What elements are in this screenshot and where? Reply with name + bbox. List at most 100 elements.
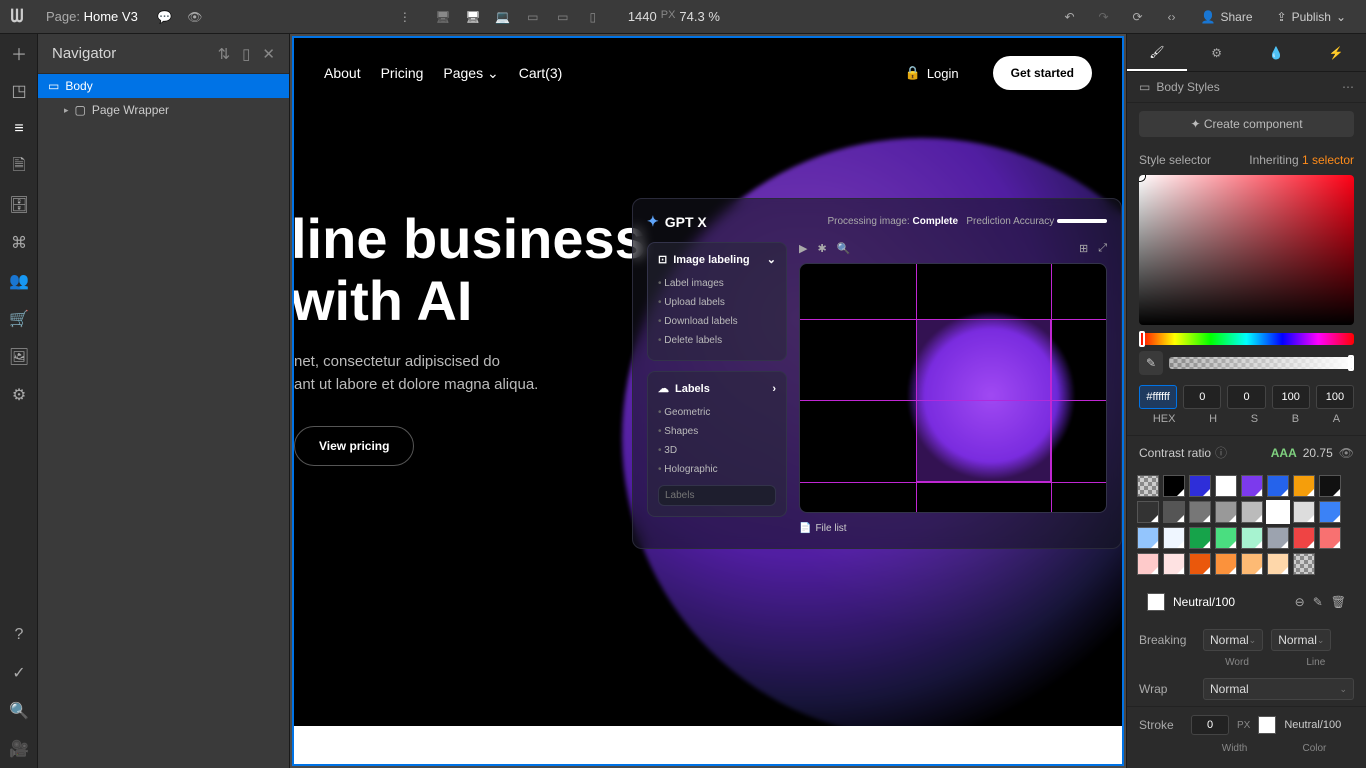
- swatch[interactable]: [1215, 475, 1237, 497]
- list-item[interactable]: Delete labels: [658, 331, 776, 350]
- swatch[interactable]: [1293, 501, 1315, 523]
- list-item[interactable]: Geometric: [658, 403, 776, 422]
- video-icon[interactable]: 🎥: [0, 730, 38, 768]
- pointer-icon[interactable]: ✱: [817, 242, 826, 255]
- create-component-button[interactable]: ✦ Create component: [1139, 111, 1354, 137]
- grid-icon[interactable]: ⊞: [1079, 242, 1088, 255]
- swatch[interactable]: [1189, 553, 1211, 575]
- nav-about[interactable]: About: [324, 65, 361, 81]
- add-element-icon[interactable]: ＋: [0, 34, 38, 72]
- zoom-icon[interactable]: 🔍: [837, 242, 851, 255]
- list-item[interactable]: Shapes: [658, 422, 776, 441]
- style-tab-icon[interactable]: 🖌: [1127, 34, 1187, 71]
- expand-icon[interactable]: ⇅: [218, 45, 231, 63]
- swatch[interactable]: [1189, 501, 1211, 523]
- swatch[interactable]: [1163, 501, 1185, 523]
- hue-handle[interactable]: [1139, 331, 1145, 347]
- edit-icon[interactable]: ✎: [1313, 595, 1323, 609]
- publish-button[interactable]: ⇪ Publish ⌄: [1267, 4, 1356, 30]
- hue-input[interactable]: [1183, 385, 1221, 409]
- swatch[interactable]: [1319, 501, 1341, 523]
- labels-search[interactable]: [658, 485, 776, 506]
- swatch[interactable]: [1163, 527, 1185, 549]
- swatch[interactable]: [1293, 527, 1315, 549]
- bp-tablet-icon[interactable]: ▭: [520, 7, 546, 27]
- design-canvas[interactable]: About Pricing Pages ⌄ Cart(3) 🔒 Login Ge…: [290, 34, 1126, 768]
- pages-icon[interactable]: 🗎: [0, 148, 38, 186]
- eye-icon[interactable]: 👁: [1339, 446, 1354, 460]
- swatch[interactable]: [1215, 501, 1237, 523]
- hex-input[interactable]: [1139, 385, 1177, 409]
- redo-icon[interactable]: ↷: [1089, 0, 1119, 34]
- page-selector[interactable]: Page: Home V3: [34, 9, 150, 24]
- trash-icon[interactable]: 🗑: [1331, 595, 1346, 609]
- saturation-field[interactable]: [1139, 175, 1354, 325]
- swatch[interactable]: [1163, 475, 1185, 497]
- sat-input[interactable]: [1227, 385, 1265, 409]
- expand-icon[interactable]: ⤢: [1098, 242, 1107, 255]
- comments-icon[interactable]: 💬: [150, 0, 180, 34]
- swatch[interactable]: [1241, 501, 1263, 523]
- tree-item-body[interactable]: ▭ Body: [38, 74, 289, 98]
- hue-slider[interactable]: [1139, 333, 1354, 345]
- swatch[interactable]: [1163, 553, 1185, 575]
- file-list[interactable]: 📄 File list: [799, 523, 1107, 534]
- audit-icon[interactable]: ✓: [0, 654, 38, 692]
- swatch[interactable]: [1267, 501, 1289, 523]
- bp-laptop-icon[interactable]: 💻: [490, 7, 516, 27]
- stroke-color-chip[interactable]: [1258, 716, 1276, 734]
- swatch[interactable]: [1241, 527, 1263, 549]
- list-item[interactable]: Download labels: [658, 312, 776, 331]
- play-icon[interactable]: ▶: [799, 242, 807, 255]
- alpha-input[interactable]: [1316, 385, 1354, 409]
- share-button[interactable]: 👤 Share: [1191, 4, 1263, 30]
- swatch[interactable]: [1137, 475, 1159, 497]
- list-item[interactable]: 3D: [658, 441, 776, 460]
- swatch[interactable]: [1215, 553, 1237, 575]
- more-icon[interactable]: ⋯: [1342, 80, 1354, 94]
- style-selector-row[interactable]: Style selector Inheriting 1 selector: [1127, 145, 1366, 175]
- refresh-icon[interactable]: ⟳: [1123, 0, 1153, 34]
- swatch[interactable]: [1189, 475, 1211, 497]
- swatch[interactable]: [1137, 553, 1159, 575]
- swatch[interactable]: [1215, 527, 1237, 549]
- effects-tab-icon[interactable]: ⚡: [1306, 34, 1366, 71]
- saturation-handle[interactable]: [1139, 175, 1145, 181]
- bp-xl-icon[interactable]: 🖥: [430, 7, 456, 27]
- webflow-logo[interactable]: ᗯ: [0, 0, 34, 34]
- bright-input[interactable]: [1272, 385, 1310, 409]
- swatch[interactable]: [1137, 527, 1159, 549]
- list-item[interactable]: Label images: [658, 274, 776, 293]
- settings-icon[interactable]: ⚙: [0, 376, 38, 414]
- swatch[interactable]: [1319, 527, 1341, 549]
- nav-pricing[interactable]: Pricing: [381, 65, 424, 81]
- line-break-select[interactable]: Normal⌄: [1271, 629, 1331, 651]
- settings-tab-icon[interactable]: ⚙: [1187, 34, 1247, 71]
- interactions-tab-icon[interactable]: 💧: [1247, 34, 1307, 71]
- canvas-body-selected[interactable]: About Pricing Pages ⌄ Cart(3) 🔒 Login Ge…: [292, 36, 1124, 766]
- help-icon[interactable]: ?: [0, 616, 38, 654]
- alpha-handle[interactable]: [1348, 355, 1354, 371]
- assets-icon[interactable]: 🖼: [0, 338, 38, 376]
- more-icon[interactable]: ⋮: [390, 0, 420, 34]
- users-icon[interactable]: 👥: [0, 262, 38, 300]
- swatch[interactable]: [1293, 475, 1315, 497]
- word-break-select[interactable]: Normal⌄: [1203, 629, 1263, 651]
- view-pricing-button[interactable]: View pricing: [294, 426, 414, 466]
- search-icon[interactable]: 🔍: [0, 692, 38, 730]
- preview-icon[interactable]: 👁: [180, 0, 210, 34]
- swatch[interactable]: [1189, 527, 1211, 549]
- swatch[interactable]: [1267, 553, 1289, 575]
- bp-landscape-icon[interactable]: ▭: [550, 7, 576, 27]
- eyedropper-icon[interactable]: ✎: [1139, 351, 1163, 375]
- stroke-width-input[interactable]: [1191, 715, 1229, 735]
- get-started-button[interactable]: Get started: [993, 56, 1092, 90]
- ecommerce-icon[interactable]: 🛒: [0, 300, 38, 338]
- cms-icon[interactable]: 🗄: [0, 186, 38, 224]
- swatch[interactable]: [1293, 553, 1315, 575]
- undo-icon[interactable]: ↶: [1055, 0, 1085, 34]
- detach-icon[interactable]: ⊖: [1295, 595, 1305, 609]
- components-icon[interactable]: ◳: [0, 72, 38, 110]
- caret-right-icon[interactable]: ▸: [64, 105, 69, 116]
- swatch[interactable]: [1267, 475, 1289, 497]
